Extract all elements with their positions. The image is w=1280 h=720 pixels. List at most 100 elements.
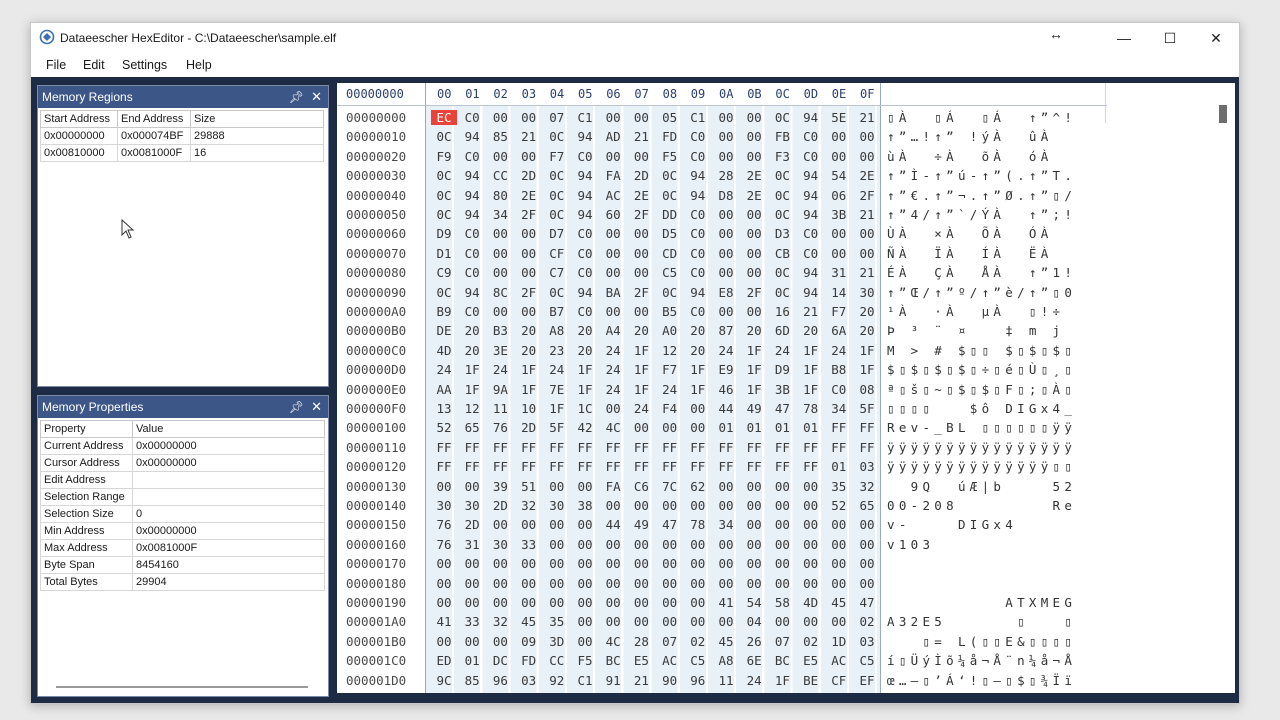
hex-byte[interactable]: 1F bbox=[572, 362, 598, 377]
hex-row[interactable]: 000001B0 00 00 00 09 3D 00 4C 28 07 02 45 26 07 02 1D 03… bbox=[337, 632, 1107, 651]
hex-byte[interactable]: 00 bbox=[741, 149, 767, 164]
hex-row[interactable]: 000000C0 4D 20 3E 20 23 20 24 1F 12 20 24 1F 24 1F 24 1F… bbox=[337, 341, 1107, 360]
hex-byte[interactable]: 00 bbox=[628, 556, 654, 571]
hex-byte[interactable]: 85 bbox=[487, 129, 513, 144]
table-row[interactable]: Max Address 0x0081000F bbox=[40, 539, 325, 557]
hex-byte[interactable]: 00 bbox=[459, 479, 485, 494]
hex-byte[interactable]: 94 bbox=[572, 188, 598, 203]
hex-byte[interactable]: 1F bbox=[628, 343, 654, 358]
hex-byte[interactable]: 00 bbox=[628, 110, 654, 125]
hex-byte[interactable]: 2F bbox=[516, 285, 542, 300]
hex-byte[interactable]: 00 bbox=[685, 614, 711, 629]
hex-byte[interactable]: 20 bbox=[516, 323, 542, 338]
hex-byte[interactable]: F7 bbox=[826, 304, 852, 319]
hex-byte[interactable]: 00 bbox=[685, 537, 711, 552]
hex-byte[interactable]: 20 bbox=[854, 304, 880, 319]
hex-byte[interactable]: C0 bbox=[685, 265, 711, 280]
hex-byte[interactable]: 00 bbox=[516, 226, 542, 241]
hex-byte[interactable]: 00 bbox=[826, 576, 852, 591]
hex-byte[interactable]: 6D bbox=[769, 323, 795, 338]
hex-byte[interactable]: F4 bbox=[657, 401, 683, 416]
hex-byte[interactable]: 00 bbox=[544, 556, 570, 571]
hex-byte[interactable]: 00 bbox=[600, 498, 626, 513]
hex-byte[interactable]: FF bbox=[826, 420, 852, 435]
hex-byte[interactable]: 2E bbox=[628, 188, 654, 203]
hex-byte[interactable]: 0C bbox=[544, 129, 570, 144]
hex-row[interactable]: 00000150 76 2D 00 00 00 00 44 49 47 78 34 00 00 00 00 00… bbox=[337, 515, 1107, 534]
hex-byte[interactable]: 00 bbox=[628, 614, 654, 629]
ascii-text[interactable]: ↑”4/↑”`/ÝÀ ↑”;! bbox=[887, 207, 1076, 222]
hex-byte[interactable]: 00 bbox=[572, 595, 598, 610]
hex-byte[interactable]: 00 bbox=[713, 226, 739, 241]
hex-byte[interactable]: 00 bbox=[713, 304, 739, 319]
hex-byte[interactable]: 00 bbox=[854, 517, 880, 532]
hex-byte[interactable]: C0 bbox=[685, 149, 711, 164]
hex-byte[interactable]: D9 bbox=[769, 362, 795, 377]
hex-byte[interactable]: C0 bbox=[798, 129, 824, 144]
minimize-button[interactable]: — bbox=[1101, 23, 1147, 53]
hex-byte[interactable]: 24 bbox=[741, 673, 767, 688]
ascii-text[interactable] bbox=[887, 556, 1076, 571]
hex-byte[interactable]: C0 bbox=[685, 207, 711, 222]
hex-byte[interactable]: FF bbox=[657, 459, 683, 474]
hex-byte[interactable]: 12 bbox=[459, 401, 485, 416]
hex-byte[interactable]: 00 bbox=[516, 556, 542, 571]
hex-byte[interactable]: FF bbox=[854, 420, 880, 435]
hex-byte[interactable]: C0 bbox=[459, 265, 485, 280]
hex-byte[interactable]: 00 bbox=[628, 420, 654, 435]
ascii-text[interactable]: ÑÀ ÏÀ ÍÀ ËÀ bbox=[887, 246, 1076, 261]
hex-byte[interactable]: 0C bbox=[769, 188, 795, 203]
hex-byte[interactable]: FF bbox=[431, 459, 457, 474]
hex-byte[interactable]: 47 bbox=[657, 517, 683, 532]
hex-byte[interactable]: 0C bbox=[544, 168, 570, 183]
hex-byte[interactable]: D7 bbox=[544, 226, 570, 241]
hex-byte[interactable]: 0C bbox=[431, 207, 457, 222]
hex-byte[interactable]: C6 bbox=[628, 479, 654, 494]
hex-row[interactable]: 00000020 F9 C0 00 00 F7 C0 00 00 F5 C0 00 00 F3 C0 00 00… bbox=[337, 147, 1107, 166]
hex-byte[interactable]: 00 bbox=[798, 614, 824, 629]
table-row[interactable]: 0x00810000 0x0081000F 16 bbox=[40, 144, 324, 162]
hex-row[interactable]: 00000190 00 00 00 00 00 00 00 00 00 00 41 54 58 4D 45 47… bbox=[337, 593, 1107, 612]
hex-byte[interactable]: 00 bbox=[741, 576, 767, 591]
hex-byte[interactable]: C1 bbox=[685, 110, 711, 125]
hex-byte[interactable]: 30 bbox=[459, 498, 485, 513]
hex-byte[interactable]: 65 bbox=[459, 420, 485, 435]
hex-byte[interactable]: 00 bbox=[657, 420, 683, 435]
hex-byte[interactable]: 00 bbox=[769, 498, 795, 513]
hex-byte[interactable]: 00 bbox=[487, 265, 513, 280]
hex-byte[interactable]: FF bbox=[544, 459, 570, 474]
hex-byte[interactable]: 39 bbox=[487, 479, 513, 494]
hex-byte[interactable]: 78 bbox=[798, 401, 824, 416]
ascii-text[interactable]: Þ ³ ¨ ¤ ‡ m j bbox=[887, 323, 1076, 338]
hex-byte[interactable]: 00 bbox=[854, 246, 880, 261]
hex-byte[interactable]: 94 bbox=[685, 168, 711, 183]
hex-byte[interactable]: 00 bbox=[713, 265, 739, 280]
hex-byte[interactable]: 00 bbox=[628, 576, 654, 591]
column-header-value[interactable]: Value bbox=[132, 420, 325, 438]
hex-byte[interactable]: 85 bbox=[459, 673, 485, 688]
hex-byte[interactable]: 00 bbox=[798, 556, 824, 571]
hex-byte[interactable]: 2D bbox=[628, 168, 654, 183]
hex-byte[interactable]: 24 bbox=[431, 362, 457, 377]
hex-byte[interactable]: 2F bbox=[741, 285, 767, 300]
hex-byte[interactable]: 92 bbox=[544, 673, 570, 688]
hex-byte[interactable]: 00 bbox=[628, 246, 654, 261]
hex-byte[interactable]: 6A bbox=[826, 323, 852, 338]
hex-byte[interactable]: 20 bbox=[685, 343, 711, 358]
hex-byte[interactable]: 24 bbox=[826, 343, 852, 358]
ascii-text[interactable]: 00-208 Re bbox=[887, 498, 1076, 513]
hex-byte[interactable]: C0 bbox=[459, 304, 485, 319]
hex-byte[interactable]: FA bbox=[600, 479, 626, 494]
hex-byte[interactable]: FF bbox=[741, 440, 767, 455]
hex-byte[interactable]: D8 bbox=[713, 188, 739, 203]
hex-byte[interactable]: FF bbox=[741, 459, 767, 474]
hex-byte[interactable]: 00 bbox=[713, 479, 739, 494]
hex-byte[interactable]: 24 bbox=[544, 362, 570, 377]
hex-byte[interactable]: 1C bbox=[572, 401, 598, 416]
hex-byte[interactable]: 34 bbox=[826, 401, 852, 416]
hex-byte[interactable]: 2F bbox=[516, 207, 542, 222]
hex-byte[interactable]: 0C bbox=[431, 188, 457, 203]
hex-byte[interactable]: 00 bbox=[854, 537, 880, 552]
hex-byte[interactable]: 26 bbox=[741, 634, 767, 649]
hex-byte[interactable]: 13 bbox=[431, 401, 457, 416]
